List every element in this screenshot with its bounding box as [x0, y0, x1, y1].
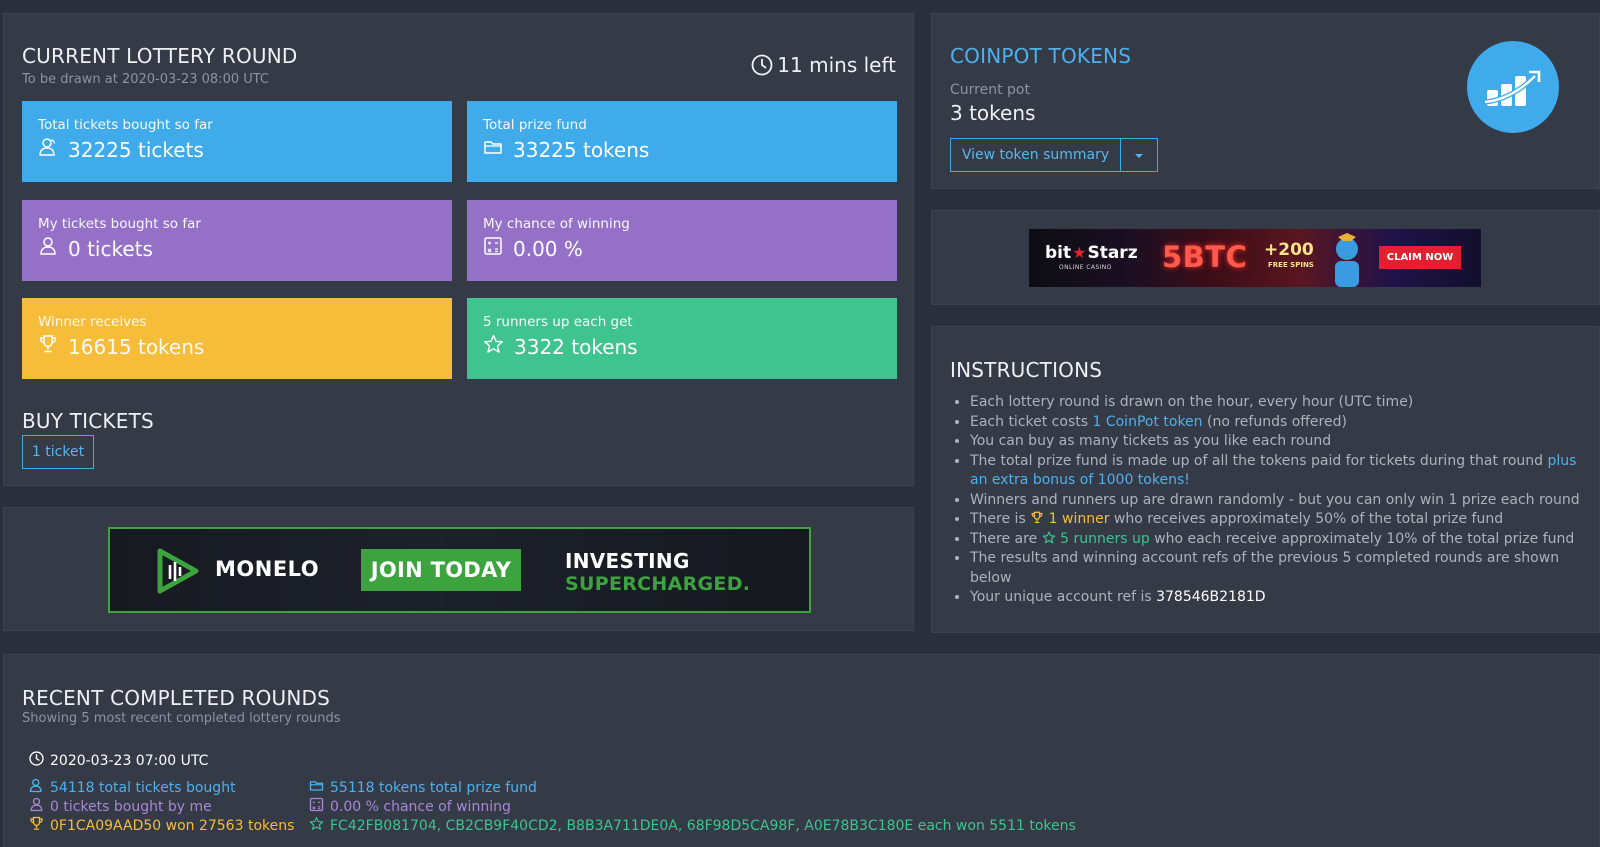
time-left: 11 mins left — [751, 53, 896, 77]
monelo-play-icon — [154, 547, 202, 599]
tile-total-tickets: Total tickets bought so far 32225 ticket… — [22, 101, 452, 182]
bitstarz-bonus: +200 — [1264, 240, 1314, 260]
round-my-chance: 0.00 % chance of winning — [309, 797, 511, 817]
trophy-icon — [29, 816, 50, 835]
calculator-icon — [309, 797, 330, 816]
current-round-panel: CURRENT LOTTERY ROUND To be drawn at 202… — [3, 13, 914, 486]
tile-prize-fund: Total prize fund 33225 tokens — [467, 101, 897, 182]
calculator-icon — [483, 236, 513, 261]
list-item: The results and winning account refs of … — [970, 549, 1590, 588]
tile-prize-fund-value: 33225 tokens — [513, 137, 650, 162]
bitstarz-claim-button[interactable]: CLAIM NOW — [1379, 246, 1461, 269]
tile-runners-up-value: 3322 tokens — [514, 334, 638, 359]
list-item: You can buy as many tickets as you like … — [970, 432, 1590, 452]
tile-runners-up-label: 5 runners up each get — [483, 314, 633, 330]
current-pot-value: 3 tokens — [950, 101, 1036, 125]
star-icon — [1042, 530, 1060, 547]
bitstarz-offer: 5BTC — [1162, 240, 1248, 274]
current-round-subtitle: To be drawn at 2020-03-23 08:00 UTC — [22, 72, 270, 87]
list-item: Each ticket costs 1 CoinPot token (no re… — [970, 413, 1590, 433]
coinpot-title[interactable]: COINPOT TOKENS — [950, 44, 1131, 68]
bitstarz-bonus-sub: FREE SPINS — [1268, 261, 1314, 269]
folder-icon — [483, 137, 513, 162]
coinpot-panel: COINPOT TOKENS Current pot 3 tokens View… — [931, 13, 1600, 189]
instructions-panel: INSTRUCTIONS Each lottery round is drawn… — [931, 326, 1600, 633]
recent-rounds-panel: RECENT COMPLETED ROUNDS Showing 5 most r… — [3, 654, 1600, 847]
star-icon — [483, 334, 514, 359]
tile-total-tickets-label: Total tickets bought so far — [38, 117, 213, 133]
users-icon — [29, 778, 50, 797]
monelo-banner[interactable]: MONELO JOIN TODAY INVESTING SUPERCHARGED… — [108, 527, 811, 613]
list-item: There are 5 runners up who each receive … — [970, 530, 1590, 550]
trophy-icon — [1030, 511, 1048, 527]
view-token-summary-button[interactable]: View token summary — [950, 138, 1121, 172]
bitstarz-brand-2: Starz — [1087, 243, 1138, 263]
tile-winner-value: 16615 tokens — [68, 334, 205, 359]
tile-winner-label: Winner receives — [38, 314, 147, 330]
bitstarz-banner[interactable]: bit ★ Starz ONLINE CASINO 5BTC +200 FREE… — [1029, 229, 1481, 287]
users-icon — [38, 137, 68, 162]
tile-my-chance-value: 0.00 % — [513, 236, 583, 261]
account-ref: 378546B2181D — [1156, 589, 1266, 605]
tile-runners-up: 5 runners up each get 3322 tokens — [467, 298, 897, 379]
round-time-text: 2020-03-23 07:00 UTC — [50, 752, 209, 769]
runners-up-highlight: 5 runners up — [1060, 530, 1150, 547]
tile-my-chance-label: My chance of winning — [483, 216, 630, 232]
buy-tickets-title: BUY TICKETS — [22, 409, 154, 433]
tile-my-chance: My chance of winning 0.00 % — [467, 200, 897, 281]
buy-one-ticket-button[interactable]: 1 ticket — [22, 435, 94, 469]
round-winner: 0F1CA09AAD50 won 27563 tokens — [29, 816, 294, 836]
time-left-text: 11 mins left — [777, 53, 896, 77]
folder-icon — [309, 778, 330, 797]
round-my-tickets: 0 tickets bought by me — [29, 797, 212, 817]
monelo-join-button[interactable]: JOIN TODAY — [361, 549, 521, 591]
tile-my-tickets-label: My tickets bought so far — [38, 216, 201, 232]
user-icon — [29, 797, 50, 816]
current-pot-label: Current pot — [950, 82, 1030, 98]
instructions-title: INSTRUCTIONS — [950, 358, 1103, 382]
clock-icon — [751, 54, 773, 76]
instructions-list: Each lottery round is drawn on the hour,… — [950, 393, 1590, 608]
trophy-icon — [38, 334, 68, 359]
tile-prize-fund-label: Total prize fund — [483, 117, 587, 133]
right-banner-panel: bit ★ Starz ONLINE CASINO 5BTC +200 FREE… — [931, 210, 1600, 305]
list-item: Each lottery round is drawn on the hour,… — [970, 393, 1590, 413]
monelo-tagline-2: SUPERCHARGED. — [565, 573, 751, 595]
round-time: 2020-03-23 07:00 UTC — [29, 751, 208, 771]
monelo-brand: MONELO — [215, 557, 320, 581]
round-total-tickets: 54118 total tickets bought — [29, 778, 236, 798]
monelo-tagline-1: INVESTING — [565, 549, 690, 573]
one-winner-highlight: 1 winner — [1048, 511, 1110, 527]
coinpot-token-link[interactable]: 1 CoinPot token — [1092, 414, 1202, 430]
list-item: The total prize fund is made up of all t… — [970, 452, 1590, 491]
round-runners-up: FC42FB081704, CB2CB9F40CD2, B8B3A711DE0A… — [309, 816, 1076, 836]
current-round-title: CURRENT LOTTERY ROUND — [22, 44, 298, 68]
list-item: Winners and runners up are drawn randoml… — [970, 491, 1590, 511]
tile-winner: Winner receives 16615 tokens — [22, 298, 452, 379]
round-prize-fund: 55118 tokens total prize fund — [309, 778, 537, 798]
bitstarz-genie — [1321, 233, 1371, 287]
tile-my-tickets-value: 0 tickets — [68, 236, 153, 261]
star-icon — [309, 816, 330, 835]
token-summary-dropdown[interactable] — [1121, 138, 1158, 172]
recent-rounds-title: RECENT COMPLETED ROUNDS — [22, 686, 331, 710]
caret-down-icon — [1134, 147, 1144, 163]
coinpot-logo — [1467, 41, 1559, 133]
tile-total-tickets-value: 32225 tickets — [68, 137, 204, 162]
user-icon — [38, 236, 68, 261]
clock-icon — [29, 751, 50, 770]
list-item: There is 1 winner who receives approxima… — [970, 510, 1590, 530]
left-banner-panel: MONELO JOIN TODAY INVESTING SUPERCHARGED… — [3, 507, 914, 631]
bitstarz-brand-1: bit — [1045, 243, 1072, 263]
bitstarz-brand-sub: ONLINE CASINO — [1059, 264, 1112, 271]
list-item: Your unique account ref is 378546B2181D — [970, 588, 1590, 608]
tile-my-tickets: My tickets bought so far 0 tickets — [22, 200, 452, 281]
recent-rounds-subtitle: Showing 5 most recent completed lottery … — [22, 711, 341, 726]
bitstarz-star-icon: ★ — [1072, 243, 1087, 262]
